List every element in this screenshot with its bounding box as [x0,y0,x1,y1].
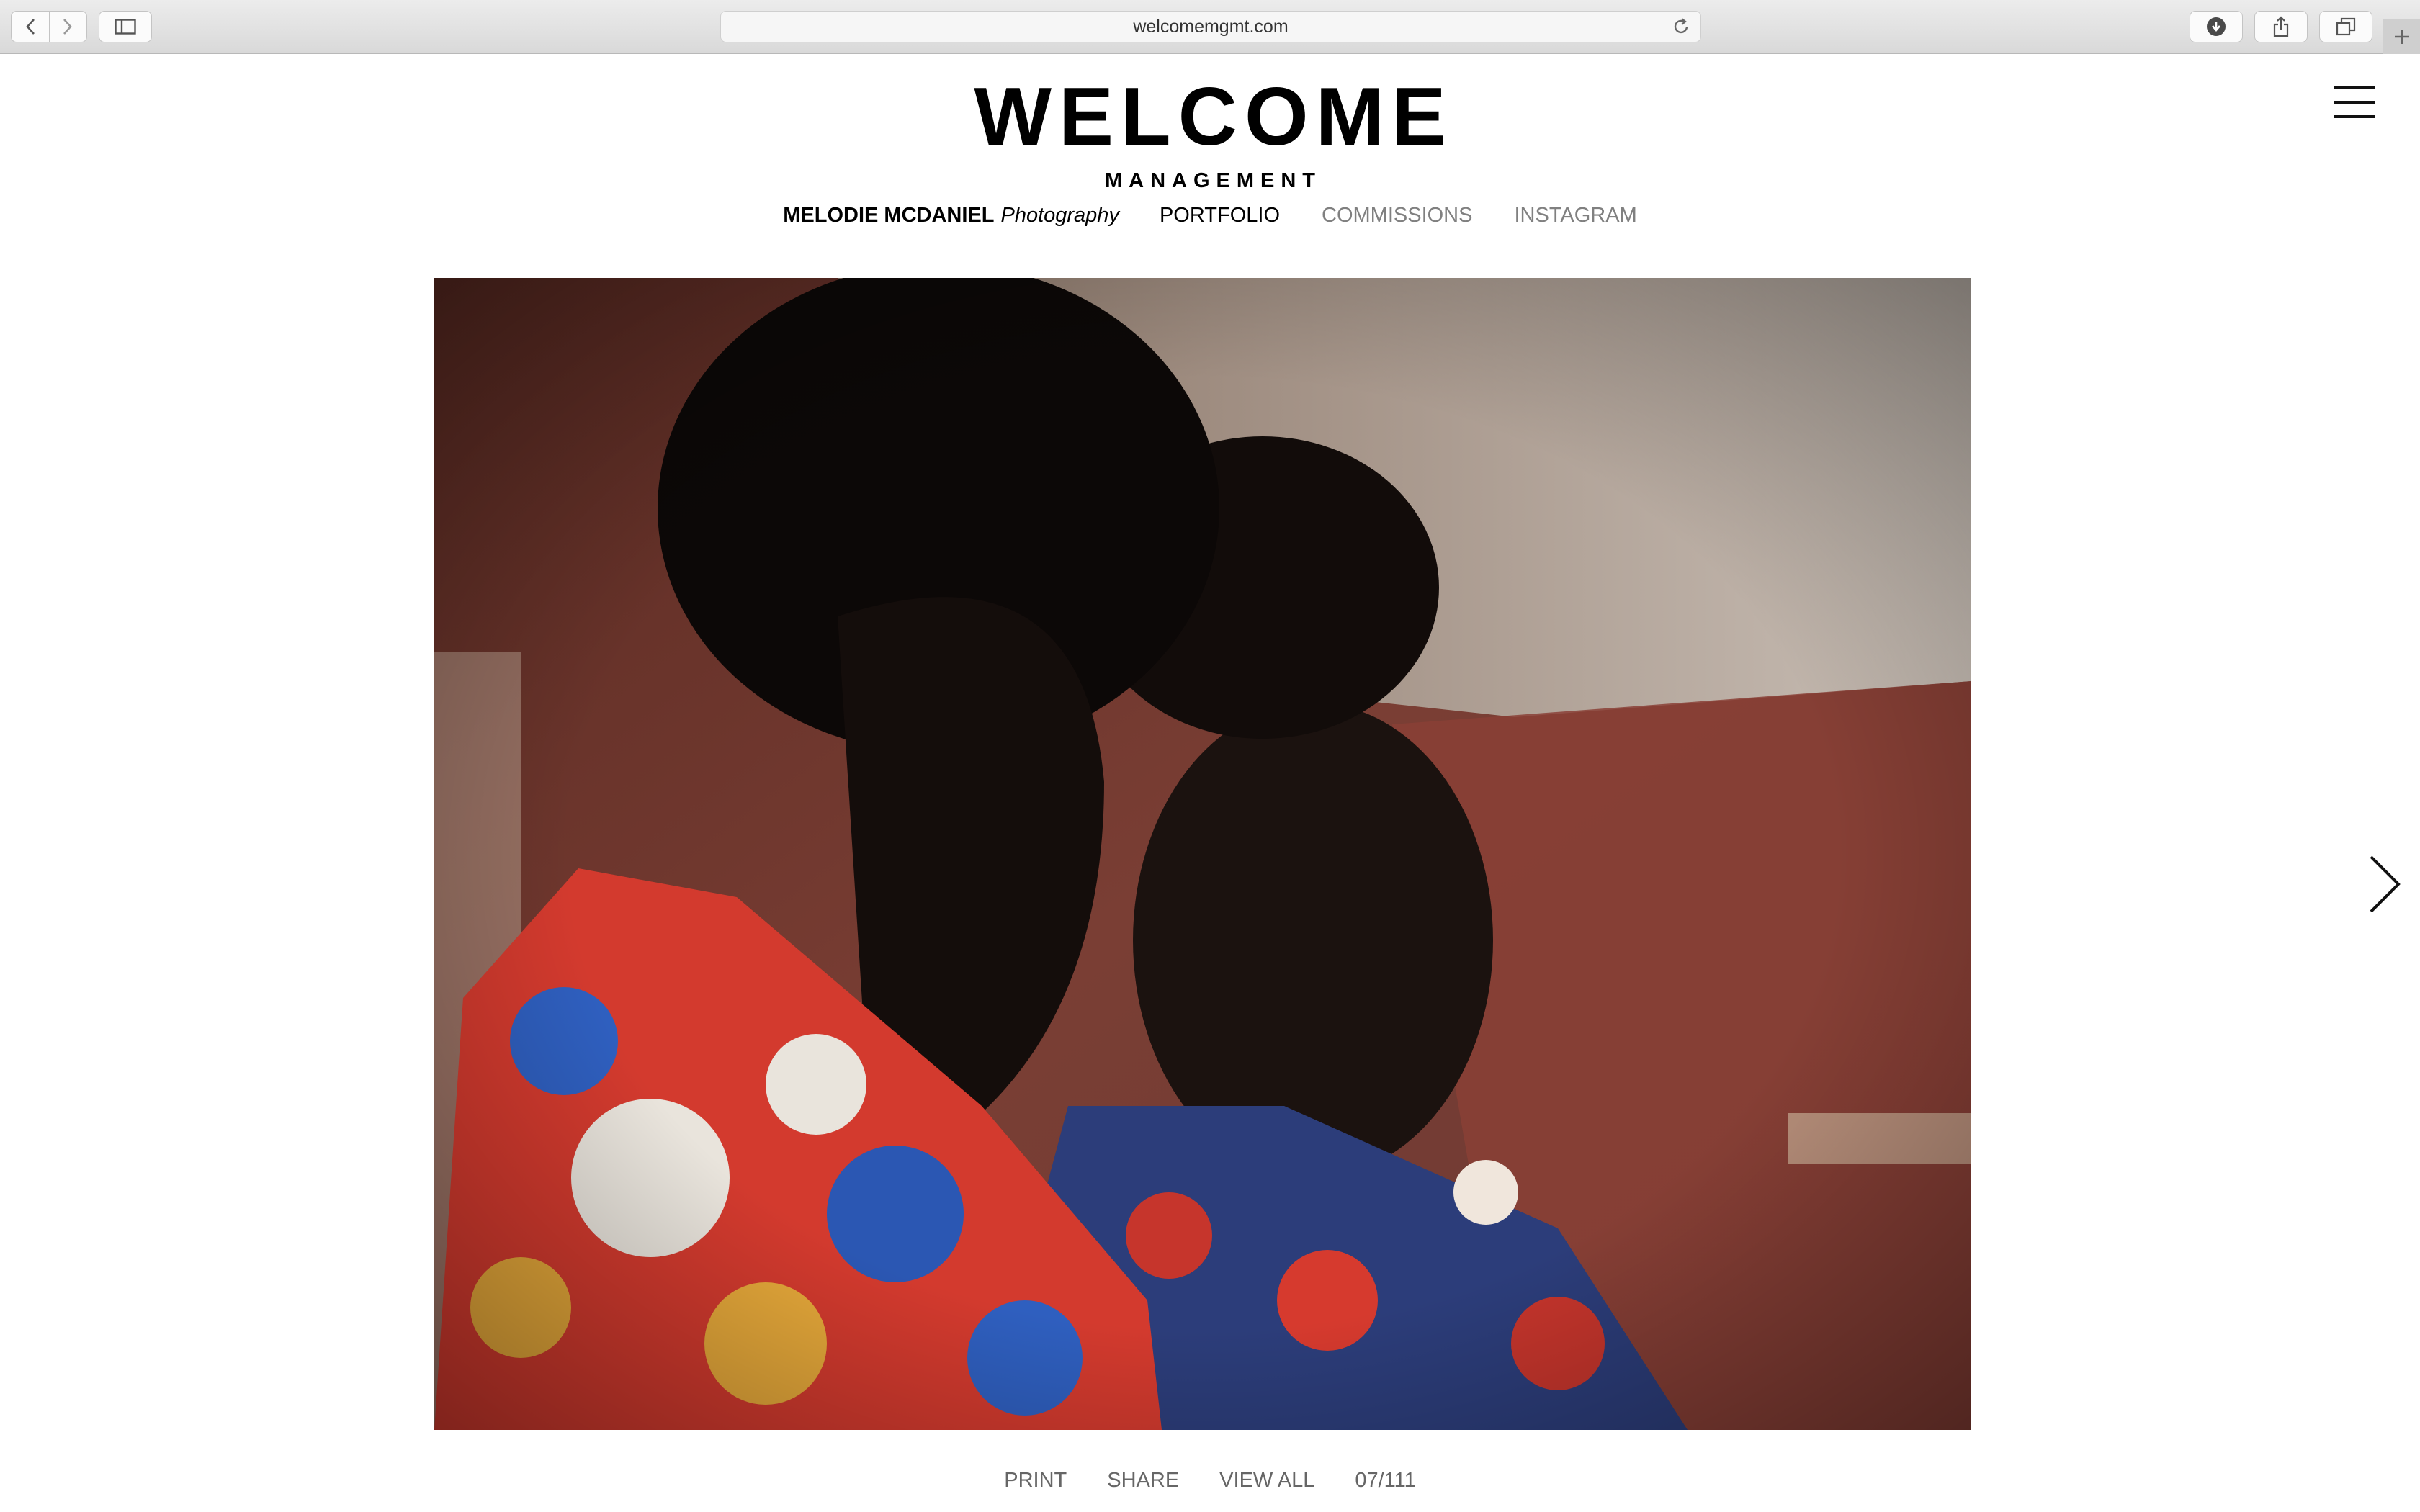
artist-discipline: Photography [1000,204,1119,227]
share-link[interactable]: SHARE [1107,1469,1179,1493]
forward-icon [63,19,72,35]
sidebar-icon [115,19,136,35]
gallery-photo[interactable] [434,278,1971,1430]
downloads-button[interactable] [2190,11,2243,42]
browser-toolbar: welcomemgmt.com [0,0,2420,54]
menu-button[interactable] [2334,86,2375,118]
history-nav [11,11,87,42]
next-image-button[interactable] [2368,854,2401,914]
view-all-link[interactable]: VIEW ALL [1219,1469,1314,1493]
gallery-footer: PRINT SHARE VIEW ALL 07/111 [0,1469,2420,1493]
artist-subnav: MELODIE MCDANIEL Photography PORTFOLIO C… [0,204,2420,228]
artist-name[interactable]: MELODIE MCDANIEL [783,204,994,228]
tab-instagram[interactable]: INSTAGRAM [1514,204,1636,228]
logo-main-text: WELCOME [974,71,1453,163]
back-icon [26,19,35,35]
photo-image [434,278,1971,1430]
reload-button[interactable] [1672,17,1690,40]
share-button[interactable] [2254,11,2308,42]
image-counter: 07/111 [1355,1469,1416,1492]
site-logo[interactable]: WELCOME MANAGEMENT [0,71,2420,193]
url-text: welcomemgmt.com [1133,16,1289,37]
tab-portfolio[interactable]: PORTFOLIO [1160,204,1280,228]
hamburger-icon [2334,86,2375,89]
forward-button[interactable] [48,12,87,42]
print-link[interactable]: PRINT [1004,1469,1067,1493]
back-button[interactable] [12,12,49,42]
tabs-icon [2336,17,2356,36]
new-tab-button[interactable] [2383,19,2420,54]
reload-icon [1674,18,1688,34]
address-bar[interactable]: welcomemgmt.com [720,11,1701,42]
share-icon [2273,16,2289,37]
plus-icon [2395,29,2409,44]
tab-overview-button[interactable] [2319,11,2372,42]
download-icon [2207,17,2226,36]
tab-commissions[interactable]: COMMISSIONS [1322,204,1472,228]
chevron-right-icon [2370,855,2401,913]
sidebar-button[interactable] [99,11,152,42]
logo-sub-text: MANAGEMENT [1104,169,1322,192]
